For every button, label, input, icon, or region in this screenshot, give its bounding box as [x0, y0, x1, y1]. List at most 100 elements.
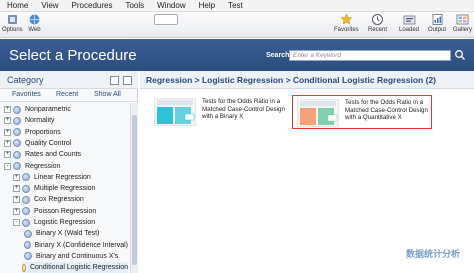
procedure-header: Select a Procedure Search	[0, 39, 474, 71]
menu-window[interactable]: Window	[157, 1, 185, 10]
tree-item[interactable]: + Normality	[4, 115, 128, 126]
breadcrumb-text: Regression > Logistic Regression > Condi…	[146, 75, 437, 85]
menu-help[interactable]: Help	[199, 1, 215, 10]
category-header: Category	[0, 71, 138, 89]
tree-item[interactable]: Binary and Continuous X's	[22, 251, 128, 262]
tree-item-label: Linear Regression	[34, 173, 91, 181]
star-icon	[340, 13, 353, 25]
search-input[interactable]	[289, 50, 451, 61]
tree-node-icon	[22, 195, 30, 204]
expand-icon[interactable]: +	[4, 128, 11, 136]
tree-item-label: Quality Control	[25, 139, 72, 147]
loaded-button[interactable]: Loaded	[399, 13, 419, 33]
tree-item[interactable]: + Cox Regression	[13, 194, 128, 205]
menu-test[interactable]: Test	[228, 1, 243, 10]
search-icon[interactable]	[454, 49, 466, 61]
expand-icon[interactable]: +	[13, 196, 20, 204]
gallery-button[interactable]: Gallery	[453, 13, 472, 33]
breadcrumb: Regression > Logistic Regression > Condi…	[140, 71, 474, 89]
options-button[interactable]: Options	[2, 13, 23, 33]
tree-item[interactable]: + Proportions	[4, 127, 128, 138]
options-icon	[7, 15, 17, 24]
expand-icon[interactable]: +	[13, 185, 20, 193]
tree-item[interactable]: Binary X (Confidence Interval)	[22, 240, 128, 251]
web-icon	[29, 14, 40, 25]
tree-node-icon	[13, 139, 21, 148]
toolbar-blank-field[interactable]	[154, 14, 178, 25]
tree-node-icon	[23, 241, 31, 250]
tree-item-label: Normality	[25, 117, 55, 125]
tree-item[interactable]: + Quality Control	[4, 138, 128, 149]
expand-icon[interactable]: +	[13, 207, 20, 215]
procedure-card-selected[interactable]: Tests for the Odds Ratio in a Matched Ca…	[292, 95, 432, 129]
expand-icon[interactable]: +	[4, 139, 11, 147]
tree-node-icon	[22, 207, 30, 216]
category-panel: Category Favorites Recent Show All + Nonp…	[0, 71, 138, 273]
tree-item-label: Binary and Continuous X's	[36, 252, 119, 260]
tree-node-icon	[22, 218, 30, 227]
loaded-icon	[403, 15, 415, 25]
scrollbar-thumb[interactable]	[132, 115, 137, 265]
tree-item[interactable]: + Nonparametric	[4, 104, 128, 115]
collapse-icon[interactable]: -	[13, 219, 20, 226]
tree-item[interactable]: Binary X (Wald Test)	[22, 228, 128, 239]
search-label: Search	[266, 52, 290, 59]
menu-view[interactable]: View	[41, 1, 58, 10]
category-tabs: Favorites Recent Show All	[0, 89, 138, 102]
menu-procedures[interactable]: Procedures	[72, 1, 113, 10]
tab-show-all[interactable]: Show All	[94, 91, 121, 98]
collapse-icon[interactable]: -	[4, 162, 11, 170]
tree-node-icon	[24, 252, 32, 261]
tree-node-icon	[13, 128, 21, 137]
tree-node-icon	[24, 229, 32, 238]
clock-icon	[372, 14, 383, 25]
tree-item[interactable]: + Multiple Regression	[13, 183, 128, 194]
procedure-thumbnail-icon	[297, 99, 339, 127]
output-button[interactable]: Output	[428, 13, 446, 33]
tree-item-label: Logistic Regression	[34, 219, 96, 226]
tree-item-label: Multiple Regression	[34, 185, 96, 193]
toolbar: Options Web Favorites Recent Loaded Outp…	[0, 12, 474, 38]
tree-item-label: Regression	[25, 162, 61, 170]
output-icon	[432, 14, 442, 25]
collapse-all-icon[interactable]	[123, 76, 132, 85]
tree-node-icon	[22, 184, 30, 193]
tree-item[interactable]: + Rates and Counts	[4, 149, 128, 160]
tree-item-label: Conditional Logistic Regression	[29, 264, 128, 272]
recent-button[interactable]: Recent	[368, 13, 387, 33]
tree-node-icon	[22, 263, 26, 272]
gallery-icon	[456, 14, 469, 25]
tree-node-icon	[13, 116, 21, 125]
tab-favorites[interactable]: Favorites	[12, 91, 41, 98]
tree-item-label: Proportions	[25, 128, 61, 136]
tree-node-icon	[22, 173, 30, 182]
category-title: Category	[7, 75, 44, 85]
expand-icon[interactable]: +	[4, 106, 11, 113]
tab-recent[interactable]: Recent	[56, 91, 78, 98]
procedure-thumbnail-icon	[154, 98, 196, 126]
tree-item[interactable]: + Linear Regression	[13, 172, 128, 183]
tree-item[interactable]: - Regression	[4, 161, 128, 172]
tree-item-label: Binary X (Wald Test)	[36, 230, 100, 238]
expand-icon[interactable]: +	[4, 151, 11, 159]
procedure-card[interactable]: Tests for the Odds Ratio in a Matched Ca…	[150, 95, 290, 129]
tree-item-label: Nonparametric	[25, 106, 71, 113]
tree-item[interactable]: - Logistic Regression	[13, 217, 128, 228]
expand-icon[interactable]: +	[4, 117, 11, 125]
category-scrollbar[interactable]	[130, 103, 138, 273]
web-button[interactable]: Web	[28, 13, 41, 33]
tree-item-label: Binary X (Confidence Interval)	[34, 241, 128, 249]
menu-tools[interactable]: Tools	[125, 1, 144, 10]
procedure-title: Tests for the Odds Ratio in a Matched Ca…	[202, 98, 285, 120]
watermark: 数据统计分析	[406, 249, 461, 259]
tree-node-icon	[13, 162, 21, 170]
menu-bar: Home View Procedures Tools Window Help T…	[0, 0, 474, 12]
tree-item[interactable]: + Poisson Regression	[13, 206, 128, 217]
expand-icon[interactable]: +	[13, 173, 20, 181]
favorites-button[interactable]: Favorites	[334, 13, 359, 33]
menu-home[interactable]: Home	[7, 1, 28, 10]
category-tree: + Nonparametric + Normality + Proportions + Qua…	[0, 103, 130, 273]
page-title: Select a Procedure	[9, 47, 137, 64]
expand-all-icon[interactable]	[110, 76, 119, 85]
tree-item[interactable]: Conditional Logistic Regression	[22, 262, 128, 273]
